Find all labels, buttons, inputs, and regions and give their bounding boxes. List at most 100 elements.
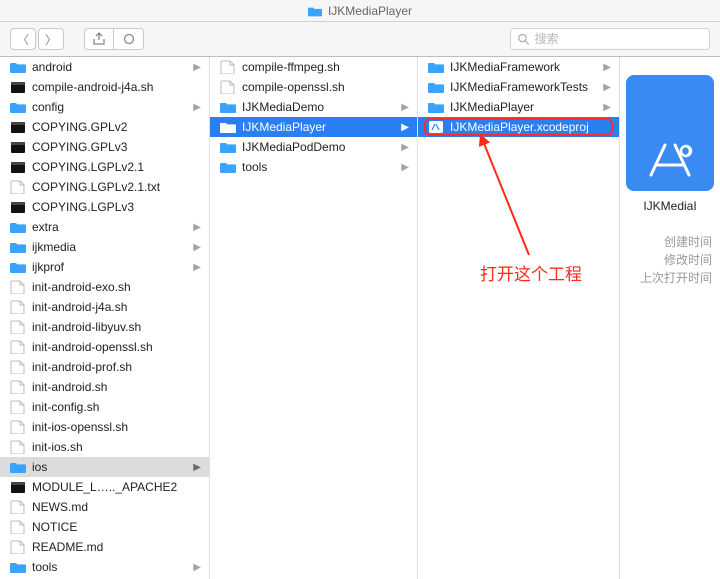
folder-icon [10, 100, 26, 114]
search-input[interactable] [535, 32, 703, 46]
forward-button[interactable]: 〉 [38, 28, 64, 50]
tags-button[interactable] [114, 28, 144, 50]
file-row[interactable]: compile-android-j4a.sh [0, 77, 209, 97]
exec-icon [10, 140, 26, 154]
file-row[interactable]: COPYING.GPLv2 [0, 117, 209, 137]
file-label: compile-android-j4a.sh [32, 80, 201, 94]
file-label: IJKMediaPlayer.xcodeproj [450, 120, 611, 134]
file-row[interactable]: init-ios-openssl.sh [0, 417, 209, 437]
file-label: config [32, 100, 187, 114]
file-label: init-android-openssl.sh [32, 340, 201, 354]
chevron-right-icon: ▶ [401, 162, 409, 173]
file-label: COPYING.LGPLv2.1.txt [32, 180, 201, 194]
folder-icon [10, 220, 26, 234]
share-button[interactable] [84, 28, 114, 50]
chevron-right-icon: ▶ [193, 242, 201, 253]
file-row[interactable]: extra▶ [0, 217, 209, 237]
folder-icon [428, 60, 444, 74]
file-row[interactable]: COPYING.LGPLv3 [0, 197, 209, 217]
preview-filename: IJKMediaI [620, 199, 720, 213]
file-row[interactable]: IJKMediaPodDemo ▶ [210, 137, 417, 157]
back-button[interactable]: 〈 [10, 28, 36, 50]
search-field[interactable] [510, 28, 710, 50]
file-label: IJKMediaFramework [450, 60, 597, 74]
file-label: ijkprof [32, 260, 187, 274]
file-label: MODULE_L….._APACHE2 [32, 480, 201, 494]
file-row[interactable]: compile-ffmpeg.sh [210, 57, 417, 77]
file-row[interactable]: init-ios.sh [0, 437, 209, 457]
file-row[interactable]: NEWS.md [0, 497, 209, 517]
doc-icon [10, 520, 26, 534]
file-row[interactable]: IJKMediaDemo▶ [210, 97, 417, 117]
chevron-right-icon: ▶ [401, 142, 409, 153]
file-row[interactable]: init-android-openssl.sh [0, 337, 209, 357]
chevron-right-icon: ▶ [193, 102, 201, 113]
file-row[interactable]: compile-openssl.sh [210, 77, 417, 97]
doc-icon [220, 80, 236, 94]
file-row[interactable]: IJKMediaFramework ▶ [418, 57, 619, 77]
doc-icon [10, 420, 26, 434]
file-row[interactable]: IJKMediaPlayer.xcodeproj [418, 117, 619, 137]
file-row[interactable]: ios▶ [0, 457, 209, 477]
meta-created-label: 创建时间 [620, 233, 712, 251]
preview-pane: IJKMediaI 创建时间 修改时间 上次打开时间 [620, 57, 720, 579]
file-label: init-android-exo.sh [32, 280, 201, 294]
folder-icon [220, 100, 236, 114]
file-row[interactable]: init-android-prof.sh [0, 357, 209, 377]
chevron-right-icon: ▶ [193, 62, 201, 73]
doc-icon [10, 540, 26, 554]
doc-icon [10, 180, 26, 194]
doc-icon [10, 340, 26, 354]
file-row[interactable]: ijkmedia ▶ [0, 237, 209, 257]
file-label: IJKMediaPlayer [450, 100, 597, 114]
file-label: init-android-prof.sh [32, 360, 201, 374]
file-label: init-config.sh [32, 400, 201, 414]
doc-icon [10, 300, 26, 314]
doc-icon [10, 280, 26, 294]
file-row[interactable]: tools▶ [210, 157, 417, 177]
file-label: IJKMediaPodDemo [242, 140, 395, 154]
chevron-right-icon: ▶ [603, 82, 611, 93]
file-label: IJKMediaFrameworkTests [450, 80, 597, 94]
nav-buttons: 〈 〉 [10, 28, 64, 50]
folder-icon [10, 260, 26, 274]
column-browser: android▶ compile-android-j4a.sh config ▶ COP… [0, 57, 720, 579]
doc-icon [10, 320, 26, 334]
file-label: init-android-libyuv.sh [32, 320, 201, 334]
file-row[interactable]: MODULE_L….._APACHE2 [0, 477, 209, 497]
file-row[interactable]: init-android-exo.sh [0, 277, 209, 297]
file-row[interactable]: IJKMediaFrameworkTests ▶ [418, 77, 619, 97]
file-row[interactable]: android▶ [0, 57, 209, 77]
file-row[interactable]: init-config.sh [0, 397, 209, 417]
chevron-right-icon: ▶ [193, 562, 201, 573]
file-row[interactable]: init-android-libyuv.sh [0, 317, 209, 337]
file-row[interactable]: COPYING.LGPLv2.1.txt [0, 177, 209, 197]
file-label: IJKMediaPlayer [242, 120, 395, 134]
file-label: init-ios-openssl.sh [32, 420, 201, 434]
file-label: ijkmedia [32, 240, 187, 254]
file-row[interactable]: init-android-j4a.sh [0, 297, 209, 317]
file-row[interactable]: config ▶ [0, 97, 209, 117]
file-label: COPYING.LGPLv2.1 [32, 160, 201, 174]
file-row[interactable]: IJKMediaPlayer▶ [418, 97, 619, 117]
file-row[interactable]: tools▶ [0, 557, 209, 577]
toolbar: 〈 〉 [0, 22, 720, 57]
file-row[interactable]: IJKMediaPlayer▶ [210, 117, 417, 137]
file-metadata: 创建时间 修改时间 上次打开时间 [620, 233, 720, 287]
folder-icon [428, 100, 444, 114]
file-row[interactable]: init-android.sh [0, 377, 209, 397]
search-icon [517, 32, 530, 46]
file-row[interactable]: NOTICE [0, 517, 209, 537]
file-row[interactable]: README.md [0, 537, 209, 557]
column-1[interactable]: android▶ compile-android-j4a.sh config ▶ COP… [0, 57, 210, 579]
column-2[interactable]: compile-ffmpeg.shcompile-openssl.shIJKMe… [210, 57, 418, 579]
file-row[interactable]: COPYING.LGPLv2.1 [0, 157, 209, 177]
file-row[interactable]: ijkprof▶ [0, 257, 209, 277]
file-label: init-ios.sh [32, 440, 201, 454]
folder-icon [220, 120, 236, 134]
file-row[interactable]: COPYING.GPLv3 [0, 137, 209, 157]
exec-icon [10, 120, 26, 134]
chevron-right-icon: ▶ [603, 62, 611, 73]
column-3[interactable]: IJKMediaFramework▶IJKMediaFrameworkTests… [418, 57, 620, 579]
exec-icon [10, 200, 26, 214]
